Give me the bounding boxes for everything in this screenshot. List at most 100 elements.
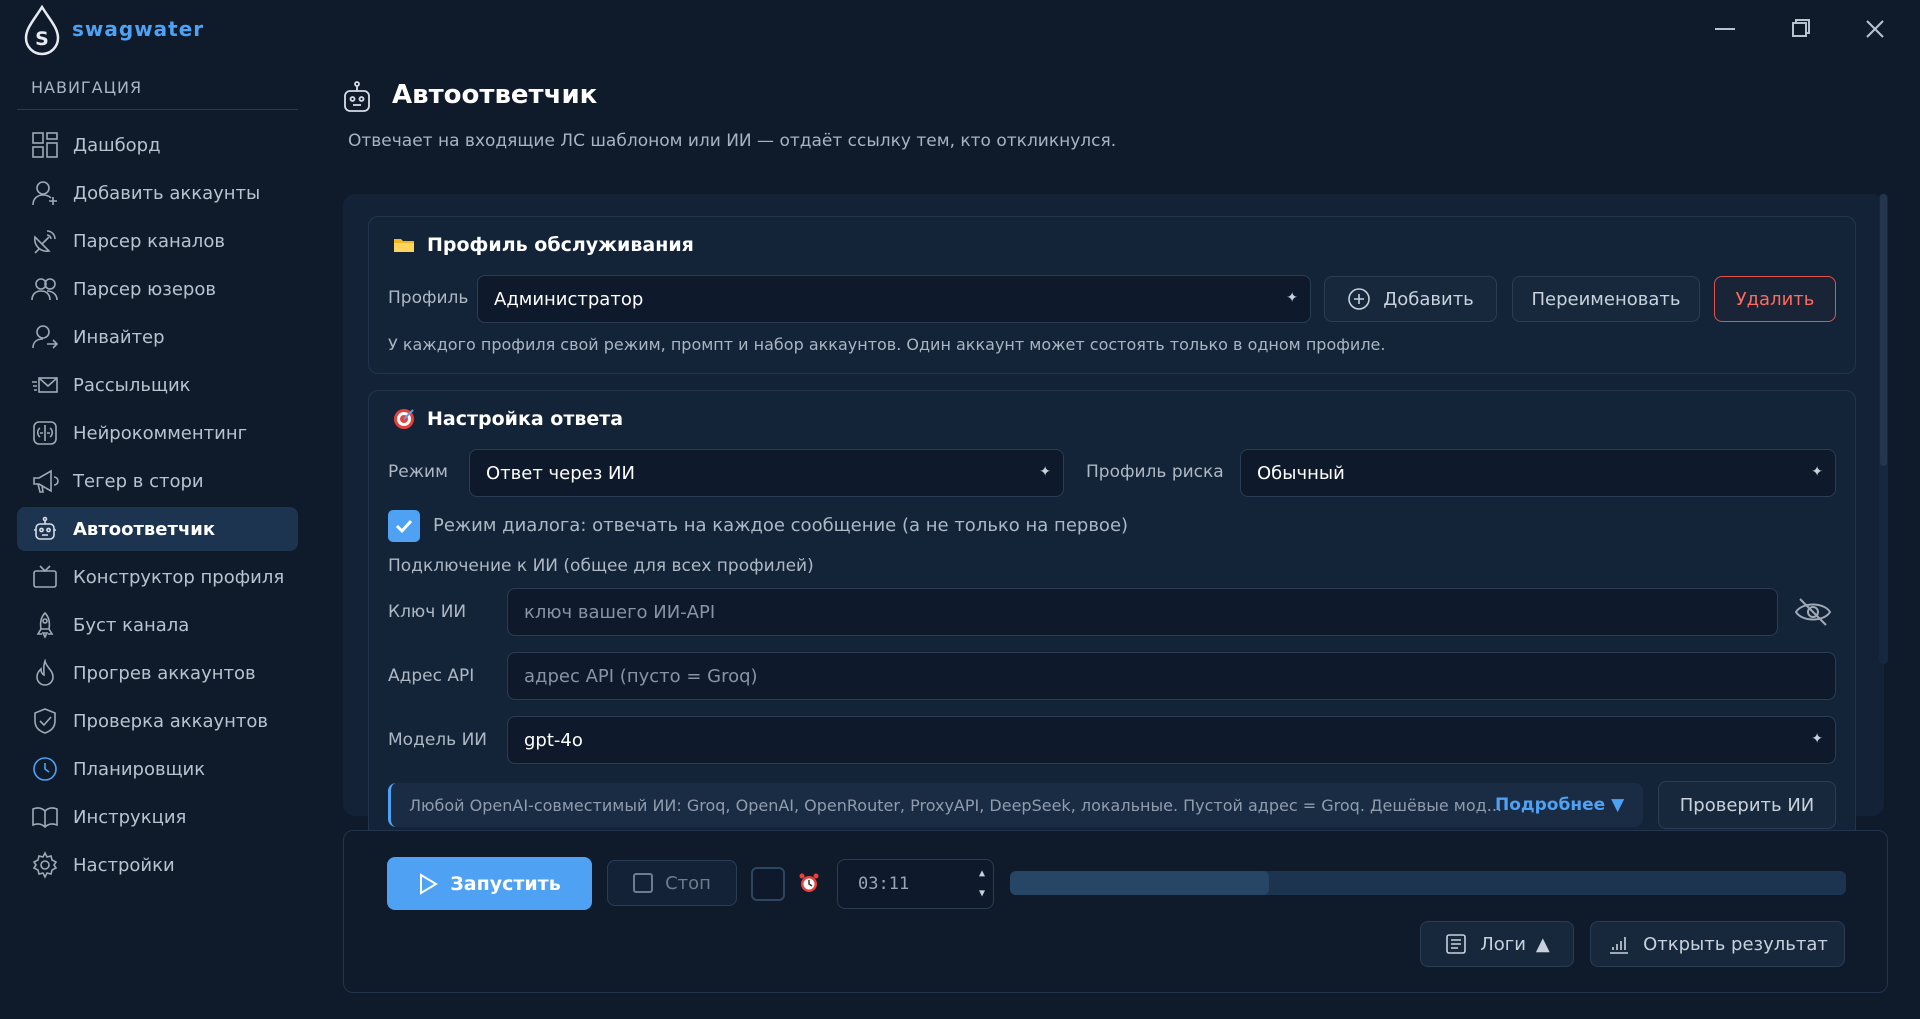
api-address-input[interactable]: адрес API (пусто = Groq)	[507, 652, 1836, 700]
flame-icon	[29, 657, 61, 689]
maximize-icon[interactable]	[1783, 12, 1817, 46]
eye-off-icon[interactable]	[1794, 596, 1832, 628]
open-result-button[interactable]: Открыть результат	[1590, 921, 1845, 967]
app-title: swagwater	[72, 17, 205, 41]
minimize-icon[interactable]	[1708, 12, 1742, 46]
caret-up-icon: ▲	[1535, 933, 1550, 955]
time-input[interactable]: 03:11 ▲ ▼	[837, 859, 994, 909]
close-icon[interactable]	[1858, 12, 1892, 46]
sidebar-item-add-accounts[interactable]: Добавить аккаунты	[17, 171, 298, 215]
ai-model-label: Модель ИИ	[388, 730, 488, 750]
scrollbar-thumb[interactable]	[1880, 194, 1887, 466]
ai-key-label: Ключ ИИ	[388, 602, 467, 622]
ai-info-bar: Любой OpenAI-совместимый ИИ: Groq, OpenA…	[388, 783, 1643, 827]
tv-icon	[29, 561, 61, 593]
play-icon	[420, 872, 439, 895]
profile-select-value: Администратор	[494, 288, 644, 310]
logs-button[interactable]: Логи ▲	[1420, 921, 1574, 967]
sidebar-item-label: Инвайтер	[73, 326, 165, 348]
risk-select-value: Обычный	[1257, 462, 1345, 484]
risk-label: Профиль риска	[1086, 462, 1224, 482]
clock-icon	[29, 753, 61, 785]
nav-divider	[17, 109, 298, 110]
sidebar-item-label: Настройки	[73, 854, 175, 876]
rocket-icon	[29, 609, 61, 641]
add-profile-label: Добавить	[1383, 288, 1474, 310]
sidebar-item-label: Прогрев аккаунтов	[73, 662, 256, 684]
sidebar-item-label: Конструктор профиля	[73, 566, 285, 588]
sidebar-item-label: Дашборд	[73, 134, 161, 156]
sidebar-item-profile-builder[interactable]: Конструктор профиля	[17, 555, 298, 599]
mode-select-value: Ответ через ИИ	[486, 462, 635, 484]
sidebar-item-autoresponder[interactable]: Автоответчик	[17, 507, 298, 551]
time-value: 03:11	[858, 874, 910, 894]
profile-select[interactable]: Администратор ✦	[477, 275, 1311, 323]
dialog-mode-checkbox[interactable]	[388, 510, 420, 542]
sidebar-item-label: Нейрокомментинг	[73, 422, 248, 444]
select-arrow-icon: ✦	[1811, 464, 1823, 480]
check-ai-button[interactable]: Проверить ИИ	[1658, 781, 1836, 829]
shield-check-icon	[29, 705, 61, 737]
stop-label: Стоп	[665, 872, 711, 894]
rename-profile-label: Переименовать	[1531, 288, 1681, 310]
svg-text:S: S	[35, 28, 49, 50]
progress-bar-fill	[1010, 871, 1270, 895]
sidebar-item-label: Рассыльщик	[73, 374, 191, 396]
more-details-link[interactable]: Подробнее ▼	[1495, 795, 1624, 815]
page-subtitle: Отвечает на входящие ЛС шаблоном или ИИ …	[348, 131, 1117, 151]
response-card-title: Настройка ответа	[393, 408, 623, 430]
mode-select[interactable]: Ответ через ИИ ✦	[469, 449, 1064, 497]
stop-button[interactable]: Стоп	[607, 860, 737, 906]
megaphone-icon	[29, 465, 61, 497]
control-panel	[343, 830, 1888, 993]
sidebar-item-dashboard[interactable]: Дашборд	[17, 123, 298, 167]
profile-hint: У каждого профиля свой режим, промпт и н…	[388, 335, 1386, 354]
sidebar-item-channel-boost[interactable]: Буст канала	[17, 603, 298, 647]
users-icon	[29, 273, 61, 305]
sidebar-item-settings[interactable]: Настройки	[17, 843, 298, 887]
select-arrow-icon: ✦	[1039, 464, 1051, 480]
sidebar-item-user-parser[interactable]: Парсер юзеров	[17, 267, 298, 311]
satellite-icon	[29, 225, 61, 257]
sidebar-item-label: Добавить аккаунты	[73, 182, 261, 204]
sidebar-item-story-tagger[interactable]: Тегер в стори	[17, 459, 298, 503]
sidebar-item-label: Проверка аккаунтов	[73, 710, 269, 732]
brain-icon	[29, 417, 61, 449]
sidebar-item-channel-parser[interactable]: Парсер каналов	[17, 219, 298, 263]
invite-user-icon	[29, 321, 61, 353]
delete-profile-button[interactable]: Удалить	[1714, 276, 1836, 322]
select-arrow-icon: ✦	[1811, 731, 1823, 747]
ai-key-input[interactable]: ключ вашего ИИ-API	[507, 588, 1778, 636]
rename-profile-button[interactable]: Переименовать	[1512, 276, 1700, 322]
open-result-label: Открыть результат	[1643, 933, 1828, 955]
gear-icon	[29, 849, 61, 881]
timer-checkbox[interactable]	[751, 867, 785, 901]
add-profile-button[interactable]: Добавить	[1324, 276, 1497, 322]
sidebar-item-label: Автоответчик	[73, 518, 216, 540]
stop-icon	[633, 873, 654, 893]
sidebar-item-account-check[interactable]: Проверка аккаунтов	[17, 699, 298, 743]
start-button[interactable]: Запустить	[387, 857, 592, 910]
mode-label: Режим	[388, 462, 448, 482]
sidebar-item-inviter[interactable]: Инвайтер	[17, 315, 298, 359]
sidebar-item-label: Тегер в стори	[73, 470, 204, 492]
sidebar-item-mailer[interactable]: Рассыльщик	[17, 363, 298, 407]
sidebar-item-scheduler[interactable]: Планировщик	[17, 747, 298, 791]
sidebar-item-account-warmup[interactable]: Прогрев аккаунтов	[17, 651, 298, 695]
profile-card-title: Профиль обслуживания	[393, 234, 694, 256]
profile-label: Профиль	[388, 288, 469, 308]
send-mail-icon	[29, 369, 61, 401]
ai-model-select[interactable]: gpt-4o ✦	[507, 716, 1836, 764]
plus-circle-icon	[1348, 288, 1370, 310]
risk-select[interactable]: Обычный ✦	[1240, 449, 1836, 497]
ai-info-text: Любой OpenAI-совместимый ИИ: Groq, OpenA…	[409, 795, 1502, 815]
logs-label: Логи	[1480, 933, 1526, 955]
sidebar-item-instructions[interactable]: Инструкция	[17, 795, 298, 839]
delete-profile-label: Удалить	[1735, 288, 1815, 310]
time-spinner[interactable]: ▲ ▼	[979, 864, 985, 904]
sidebar-item-neurocommenting[interactable]: Нейрокомментинг	[17, 411, 298, 455]
dashboard-icon	[29, 129, 61, 161]
ai-model-value: gpt-4o	[524, 729, 583, 751]
bar-chart-icon	[1610, 937, 1629, 954]
robot-icon	[29, 513, 61, 545]
